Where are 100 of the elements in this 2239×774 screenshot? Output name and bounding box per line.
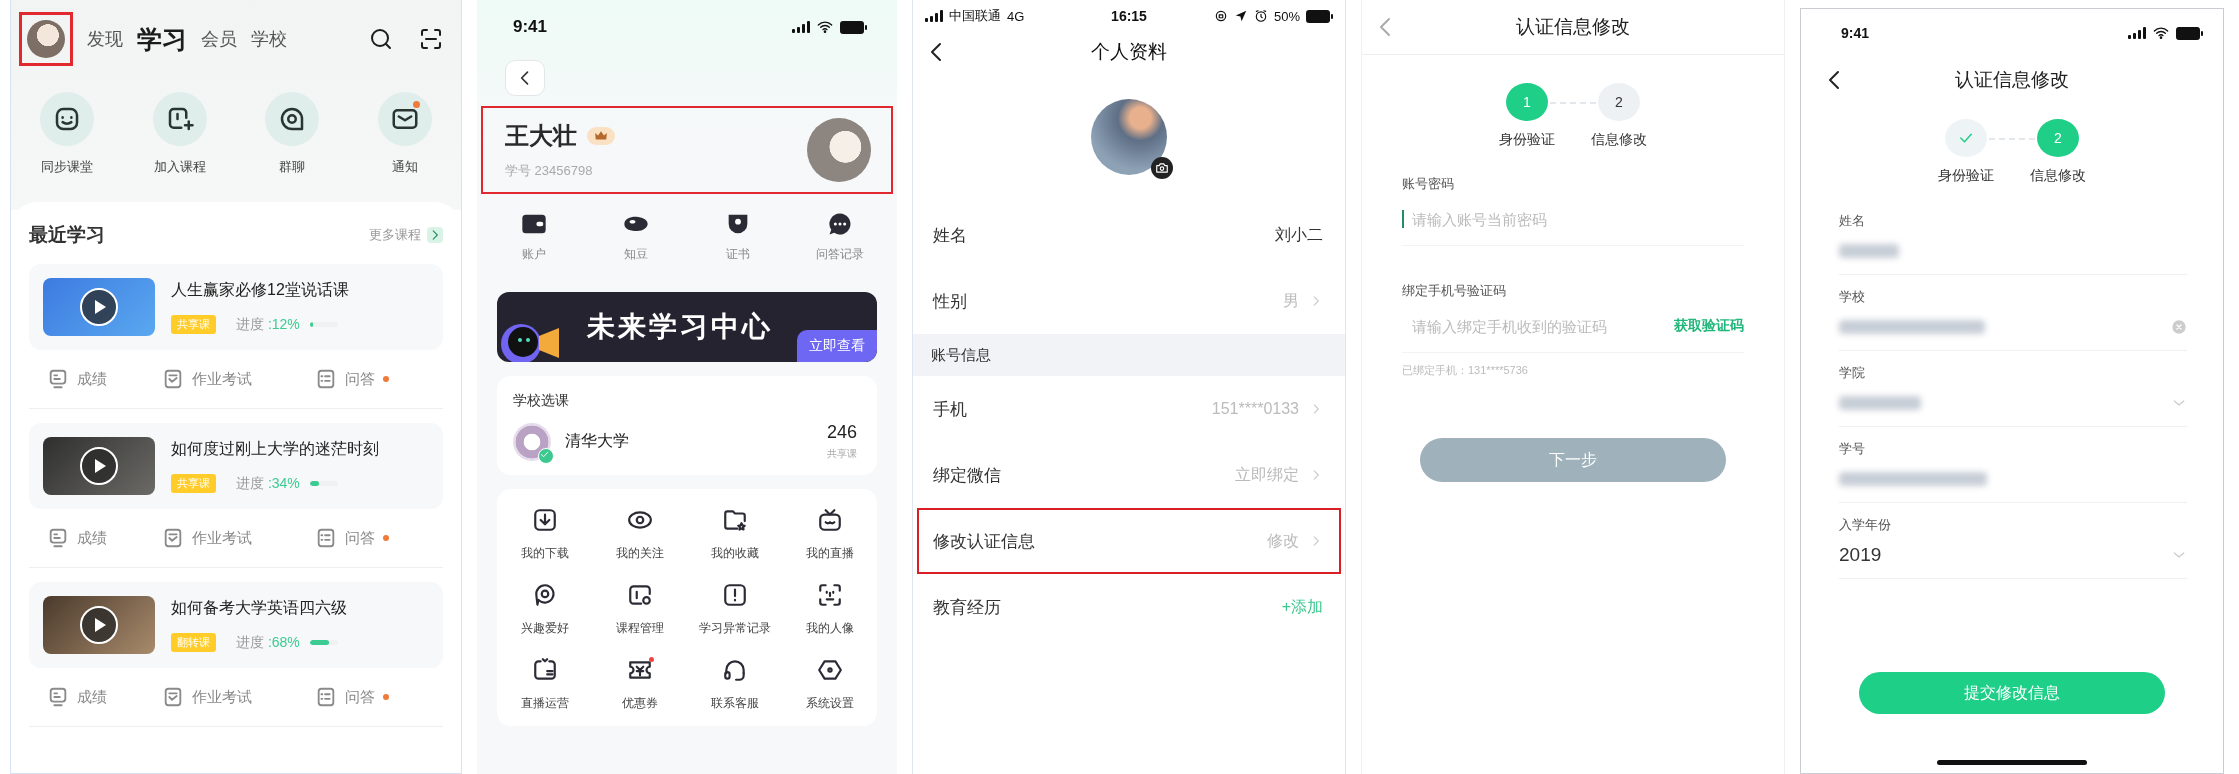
settings-row[interactable]: 姓名 刘小二 [917,202,1341,268]
status-time: 16:15 [1111,8,1147,24]
row-label: 姓名 [933,224,967,247]
tool-item[interactable]: 我的下载 [497,507,592,562]
course-action[interactable]: 成绩 [47,686,163,708]
field-label: 绑定手机号验证码 [1402,282,1507,300]
course-action[interactable]: 作业考试 [162,686,316,708]
view-now-button[interactable]: 立即查看 [797,330,877,362]
search-icon[interactable] [369,27,393,51]
location-arrow-icon [1233,9,1248,23]
input-field[interactable]: 请输入绑定手机收到的验证码 [1412,317,1666,335]
nav-tab[interactable]: 会员 [201,27,237,51]
status-time: 9:41 [513,17,548,37]
tool-item[interactable]: 联系客服 [687,657,782,712]
user-name: 王大壮 [505,121,577,151]
tool-item[interactable]: 我的收藏 [687,507,782,562]
wifi-icon [816,19,834,35]
settings-row[interactable]: 教育经历 +添加 [917,574,1341,640]
nav-tab[interactable]: 学习 [137,22,187,56]
carrier-name: 中国联通 [949,7,1001,25]
tool-item[interactable]: 优惠券 [592,657,687,712]
course-tag: 共享课 [171,474,216,493]
network-type: 4G [1007,8,1025,24]
rotation-lock-icon [1213,9,1228,23]
camera-icon[interactable] [1151,157,1173,179]
signal-icon [925,10,943,22]
course-action[interactable]: 作业考试 [162,368,316,390]
shortcut-label: 账户 [522,245,546,263]
progress-text: 进度 :34% [236,474,300,493]
shortcut-label: 问答记录 [816,245,864,263]
download-icon [531,507,558,533]
row-label: 修改认证信息 [933,530,1035,553]
folder-star-icon [721,507,748,533]
bound-phone-hint: 已绑定手机：131****5736 [1402,363,1529,378]
face-scan-icon [816,582,843,608]
settings-row[interactable]: 手机 151****0133 [917,376,1341,442]
blurred-value [1839,243,1899,258]
course-action[interactable]: 作业考试 [162,527,316,549]
row-value: 151****0133 [1211,400,1299,418]
report-icon [47,686,69,708]
field-label: 账号密码 [1402,175,1455,193]
quick-action-button[interactable] [40,92,95,146]
battery-icon [840,20,867,34]
page-title: 认证信息修改 [1955,68,2069,92]
tool-item[interactable]: 我的人像 [782,582,877,637]
tool-item[interactable]: 直播运营 [497,657,592,712]
course-card[interactable]: 如何备考大学英语四六级 翻转课 进度 :68% [29,582,443,668]
course-action[interactable]: 成绩 [47,368,163,390]
nav-tab[interactable]: 学校 [251,27,287,51]
course-action[interactable]: 问答 [315,527,425,549]
quick-action-button[interactable] [377,92,432,146]
input-field[interactable]: 请输入账号当前密码 [1412,210,1744,228]
settings-row[interactable]: 性别 男 [917,268,1341,334]
tool-item[interactable]: 系统设置 [782,657,877,712]
play-icon[interactable] [79,287,119,327]
banner-title: 未来学习中心 [587,310,773,344]
promo-banner[interactable]: 未来学习中心 立即查看 [497,292,877,362]
progress-text: 进度 :68% [236,633,300,652]
step-circle: 2 [2037,119,2079,157]
course-card[interactable]: 如何度过刚上大学的迷茫时刻 共享课 进度 :34% [29,423,443,509]
course-action[interactable]: 成绩 [47,527,163,549]
step-circle: 1 [1506,83,1548,121]
field-label: 学院 [1839,363,1866,382]
battery-percent: 50% [1273,8,1300,24]
battery-icon [1306,9,1333,23]
shortcut-label: 证书 [726,245,750,263]
course-action[interactable]: 问答 [315,368,425,390]
field-value[interactable]: 2019 [1839,543,1882,566]
wifi-icon [2152,25,2170,41]
tool-item[interactable]: 课程管理 [592,582,687,637]
user-avatar[interactable] [27,20,65,58]
tv-icon [816,507,843,533]
course-tag: 共享课 [171,315,216,334]
play-icon[interactable] [79,605,119,645]
tool-item[interactable]: 我的关注 [592,507,687,562]
school-name[interactable]: 清华大学 [565,431,629,452]
play-icon[interactable] [79,446,119,486]
quick-action-label: 群聊 [279,158,306,176]
progress-bar [309,322,338,327]
quick-action-button[interactable] [152,92,207,146]
course-title: 人生赢家必修12堂说话课 [171,280,349,300]
section-header: 账号信息 [913,334,1345,376]
student-id: 学号 23456798 [505,162,594,180]
count-label: 共享课 [826,447,857,461]
settings-row[interactable]: 绑定微信 立即绑定 [917,442,1341,508]
settings-row[interactable]: 修改认证信息 修改 [917,508,1341,574]
battery-icon [2176,26,2203,40]
course-card[interactable]: 人生赢家必修12堂说话课 共享课 进度 :12% [29,264,443,350]
scan-icon[interactable] [419,27,443,51]
row-value: 男 [1283,290,1299,311]
tool-item[interactable]: 学习异常记录 [687,582,782,637]
nav-tab[interactable]: 发现 [87,27,123,51]
course-action[interactable]: 问答 [315,686,425,708]
quick-action-button[interactable] [265,92,320,146]
field-label: 姓名 [1839,211,1866,230]
notification-dot [412,101,420,108]
report-icon [47,368,69,390]
tool-item[interactable]: 兴趣爱好 [497,582,592,637]
progress-bar [309,640,338,645]
tool-item[interactable]: 我的直播 [782,507,877,562]
